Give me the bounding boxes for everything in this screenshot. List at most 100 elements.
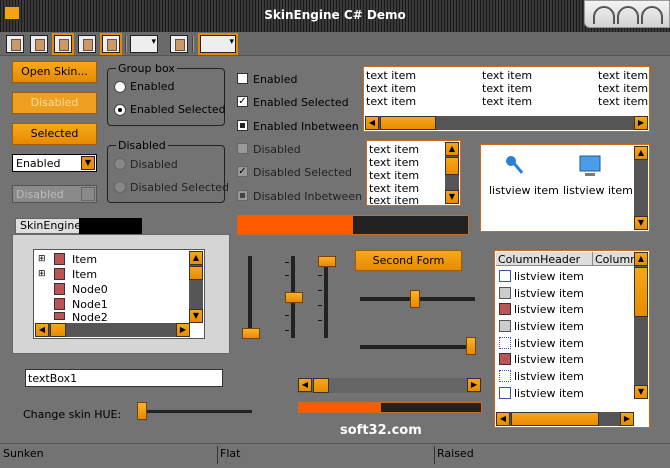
scroll-thumb[interactable] bbox=[380, 116, 436, 130]
toolbar-book-icon-1[interactable] bbox=[6, 35, 24, 53]
enabled-combo[interactable]: Enabled ▼ bbox=[12, 154, 97, 172]
listview-item[interactable]: listview item bbox=[514, 387, 584, 397]
vertical-scrollbar[interactable]: ▲ ▼ bbox=[634, 252, 648, 399]
list-item[interactable]: text item bbox=[482, 95, 532, 108]
list-item[interactable]: text item bbox=[366, 95, 416, 108]
radio-enabled-selected[interactable] bbox=[114, 104, 126, 116]
scroll-thumb[interactable] bbox=[189, 266, 203, 280]
checkbox-enabled-inbetween[interactable] bbox=[237, 120, 248, 131]
maximize-button[interactable] bbox=[617, 6, 639, 24]
listview-item[interactable]: listview item bbox=[514, 287, 584, 300]
horizontal-scrollbar[interactable]: ◀ ▶ bbox=[365, 116, 648, 130]
scroll-up-icon[interactable]: ▲ bbox=[189, 251, 203, 265]
list-item[interactable]: text item bbox=[598, 82, 648, 95]
tree-item[interactable]: Item bbox=[72, 268, 97, 281]
horizontal-scrollbar[interactable]: ◀ ▶ bbox=[496, 412, 634, 426]
scroll-right-icon[interactable]: ▶ bbox=[634, 116, 648, 130]
toolbar-book-icon-2[interactable] bbox=[30, 35, 48, 53]
horizontal-scrollbar-standalone[interactable]: ◀ ▶ bbox=[298, 378, 481, 393]
scroll-left-icon[interactable]: ◀ bbox=[298, 378, 312, 392]
toolbar-book-icon-5[interactable] bbox=[100, 33, 122, 55]
horizontal-slider-handle-2[interactable] bbox=[466, 337, 476, 355]
list-item[interactable]: text item bbox=[598, 69, 648, 82]
scroll-thumb[interactable] bbox=[634, 267, 648, 317]
toolbar-book-icon-3[interactable] bbox=[52, 33, 74, 55]
listview-icons[interactable]: listview item listview item ▲ ▼ bbox=[480, 144, 650, 232]
chevron-down-icon[interactable]: ▼ bbox=[81, 156, 95, 170]
scroll-up-icon[interactable]: ▲ bbox=[445, 142, 459, 156]
toolbar-dropdown-2[interactable] bbox=[198, 33, 238, 55]
tree-item[interactable]: Node0 bbox=[72, 283, 108, 296]
scroll-thumb[interactable] bbox=[445, 157, 459, 175]
list-item[interactable]: text item bbox=[369, 194, 419, 207]
vertical-slider-handle-1[interactable] bbox=[242, 328, 260, 339]
tree-item[interactable]: Node2 bbox=[72, 311, 108, 321]
listview-item[interactable]: listview item bbox=[514, 270, 584, 283]
tree-item[interactable]: Item bbox=[72, 253, 97, 266]
scroll-down-icon[interactable]: ▼ bbox=[634, 216, 648, 230]
scroll-right-icon[interactable]: ▶ bbox=[620, 412, 634, 426]
vertical-slider-handle-3[interactable] bbox=[318, 256, 336, 267]
title-bar[interactable]: SkinEngine C# Demo bbox=[0, 0, 670, 32]
scroll-thumb[interactable] bbox=[50, 323, 66, 337]
open-skin-button[interactable]: Open Skin... bbox=[12, 61, 97, 83]
column-header[interactable]: ColumnHeader bbox=[498, 253, 580, 266]
horizontal-slider-handle-1[interactable] bbox=[410, 290, 420, 308]
scroll-up-icon[interactable]: ▲ bbox=[634, 146, 648, 160]
list-item[interactable]: text item bbox=[369, 156, 419, 169]
vertical-slider-track-3[interactable] bbox=[324, 256, 328, 338]
toolbar-book-icon-4[interactable] bbox=[78, 35, 96, 53]
scroll-left-icon[interactable]: ◀ bbox=[35, 323, 49, 337]
list-item[interactable]: text item bbox=[482, 69, 532, 82]
list-item[interactable]: text item bbox=[369, 143, 419, 156]
list-item[interactable]: text item bbox=[598, 95, 648, 108]
listview-item-label[interactable]: listview item bbox=[489, 184, 559, 197]
horizontal-scrollbar[interactable]: ◀ ▶ bbox=[35, 323, 190, 337]
list-item[interactable]: text item bbox=[369, 169, 419, 182]
listbox-multicolumn[interactable]: text item text item text item text item … bbox=[363, 66, 650, 132]
vertical-scrollbar[interactable]: ▲ ▼ bbox=[445, 142, 459, 204]
second-form-button[interactable]: Second Form bbox=[355, 250, 462, 271]
scroll-up-icon[interactable]: ▲ bbox=[634, 252, 648, 266]
selected-button[interactable]: Selected bbox=[12, 123, 97, 145]
toolbar-book-icon-6[interactable] bbox=[170, 35, 188, 53]
expand-icon[interactable]: ⊞ bbox=[38, 254, 46, 264]
hue-slider-handle[interactable] bbox=[137, 402, 147, 420]
column-header[interactable]: Column bbox=[595, 253, 637, 266]
scroll-thumb[interactable] bbox=[511, 412, 599, 426]
vertical-scrollbar[interactable]: ▲ ▼ bbox=[634, 146, 648, 230]
list-item[interactable]: text item bbox=[366, 82, 416, 95]
listview-item[interactable]: listview item bbox=[514, 320, 584, 333]
vertical-scrollbar[interactable]: ▲ ▼ bbox=[189, 251, 203, 323]
scroll-right-icon[interactable]: ▶ bbox=[467, 378, 481, 392]
scroll-down-icon[interactable]: ▼ bbox=[634, 385, 648, 399]
scroll-left-icon[interactable]: ◀ bbox=[496, 412, 510, 426]
listview-item[interactable]: listview item bbox=[514, 370, 584, 383]
treeview[interactable]: ⊞ Item ⊞ Item Node0 Node1 Node2 ▲ ▼ ◀ ▶ bbox=[33, 249, 205, 339]
scroll-left-icon[interactable]: ◀ bbox=[365, 116, 379, 130]
tree-item[interactable]: Node1 bbox=[72, 298, 108, 311]
listview-item[interactable]: listview item bbox=[514, 303, 584, 316]
close-button[interactable] bbox=[641, 6, 663, 24]
listbox-small[interactable]: text item text item text item text item … bbox=[366, 140, 461, 207]
toolbar-dropdown-1[interactable] bbox=[130, 35, 158, 53]
vertical-slider-handle-2[interactable] bbox=[285, 292, 303, 303]
list-item[interactable]: text item bbox=[366, 69, 416, 82]
checkbox-enabled-selected[interactable]: ✓ bbox=[237, 96, 248, 107]
scroll-down-icon[interactable]: ▼ bbox=[445, 190, 459, 204]
listview-item[interactable]: listview item bbox=[514, 337, 584, 350]
list-item[interactable]: text item bbox=[482, 82, 532, 95]
listview-item[interactable]: listview item bbox=[514, 353, 584, 366]
scroll-down-icon[interactable]: ▼ bbox=[189, 309, 203, 323]
minimize-button[interactable] bbox=[593, 6, 615, 24]
vertical-slider-track-1[interactable] bbox=[248, 256, 252, 338]
hue-slider-track[interactable] bbox=[140, 410, 252, 413]
expand-icon[interactable]: ⊞ bbox=[38, 269, 46, 279]
textbox[interactable]: textBox1 bbox=[25, 369, 223, 387]
scroll-right-icon[interactable]: ▶ bbox=[176, 323, 190, 337]
radio-enabled[interactable] bbox=[114, 81, 126, 93]
listview-item-label[interactable]: listview item bbox=[563, 184, 633, 197]
tab-skinengine[interactable]: SkinEngine bbox=[15, 218, 87, 234]
checkbox-enabled[interactable] bbox=[237, 73, 248, 84]
listview-details[interactable]: ColumnHeader Column listview item listvi… bbox=[494, 250, 650, 428]
